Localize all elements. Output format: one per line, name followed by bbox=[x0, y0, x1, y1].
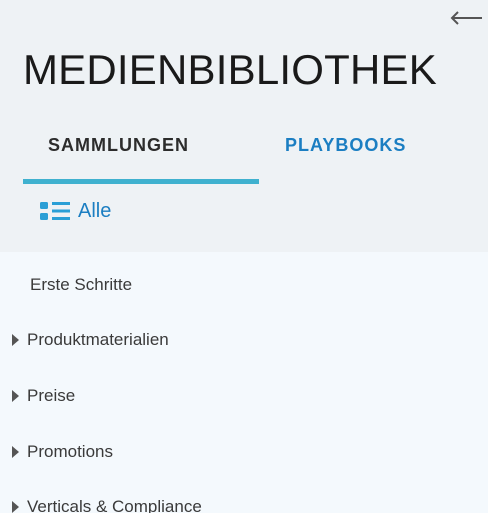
collection-item-label: Produktmaterialien bbox=[27, 330, 169, 349]
tab-playbooks[interactable]: PLAYBOOKS bbox=[285, 132, 406, 158]
collection-item-label: Promotions bbox=[27, 442, 113, 461]
list-icon bbox=[40, 202, 70, 220]
caret-right-icon bbox=[12, 390, 19, 402]
media-library-panel: MEDIENBIBLIOTHEK SAMMLUNGEN PLAYBOOKS Al… bbox=[0, 0, 488, 513]
arrow-left-icon bbox=[450, 11, 482, 25]
collection-item-label: Preise bbox=[27, 386, 76, 405]
collection-item-produktmaterialien[interactable]: Produktmaterialien bbox=[11, 328, 169, 352]
page-title: MEDIENBIBLIOTHEK bbox=[23, 46, 437, 93]
caret-right-icon bbox=[12, 446, 19, 458]
tab-sammlungen[interactable]: SAMMLUNGEN bbox=[48, 132, 189, 158]
collection-list: Erste Schritte Produktmaterialien Preise… bbox=[0, 252, 488, 513]
back-button[interactable] bbox=[448, 6, 484, 30]
collection-item-label: Erste Schritte bbox=[30, 275, 133, 294]
collection-item-label: Verticals & Compliance bbox=[27, 497, 202, 513]
collection-item-verticals-compliance[interactable]: Verticals & Compliance bbox=[11, 495, 202, 513]
caret-right-icon bbox=[12, 501, 19, 513]
caret-right-icon bbox=[12, 334, 19, 346]
collection-item-promotions[interactable]: Promotions bbox=[11, 440, 113, 464]
filter-all-button[interactable]: Alle bbox=[38, 196, 111, 226]
collection-item-preise[interactable]: Preise bbox=[11, 384, 75, 408]
active-tab-indicator bbox=[23, 179, 259, 184]
filter-all-label: Alle bbox=[78, 200, 112, 222]
collection-item-erste-schritte[interactable]: Erste Schritte bbox=[30, 273, 132, 297]
media-library-header: MEDIENBIBLIOTHEK SAMMLUNGEN PLAYBOOKS Al… bbox=[0, 0, 488, 252]
